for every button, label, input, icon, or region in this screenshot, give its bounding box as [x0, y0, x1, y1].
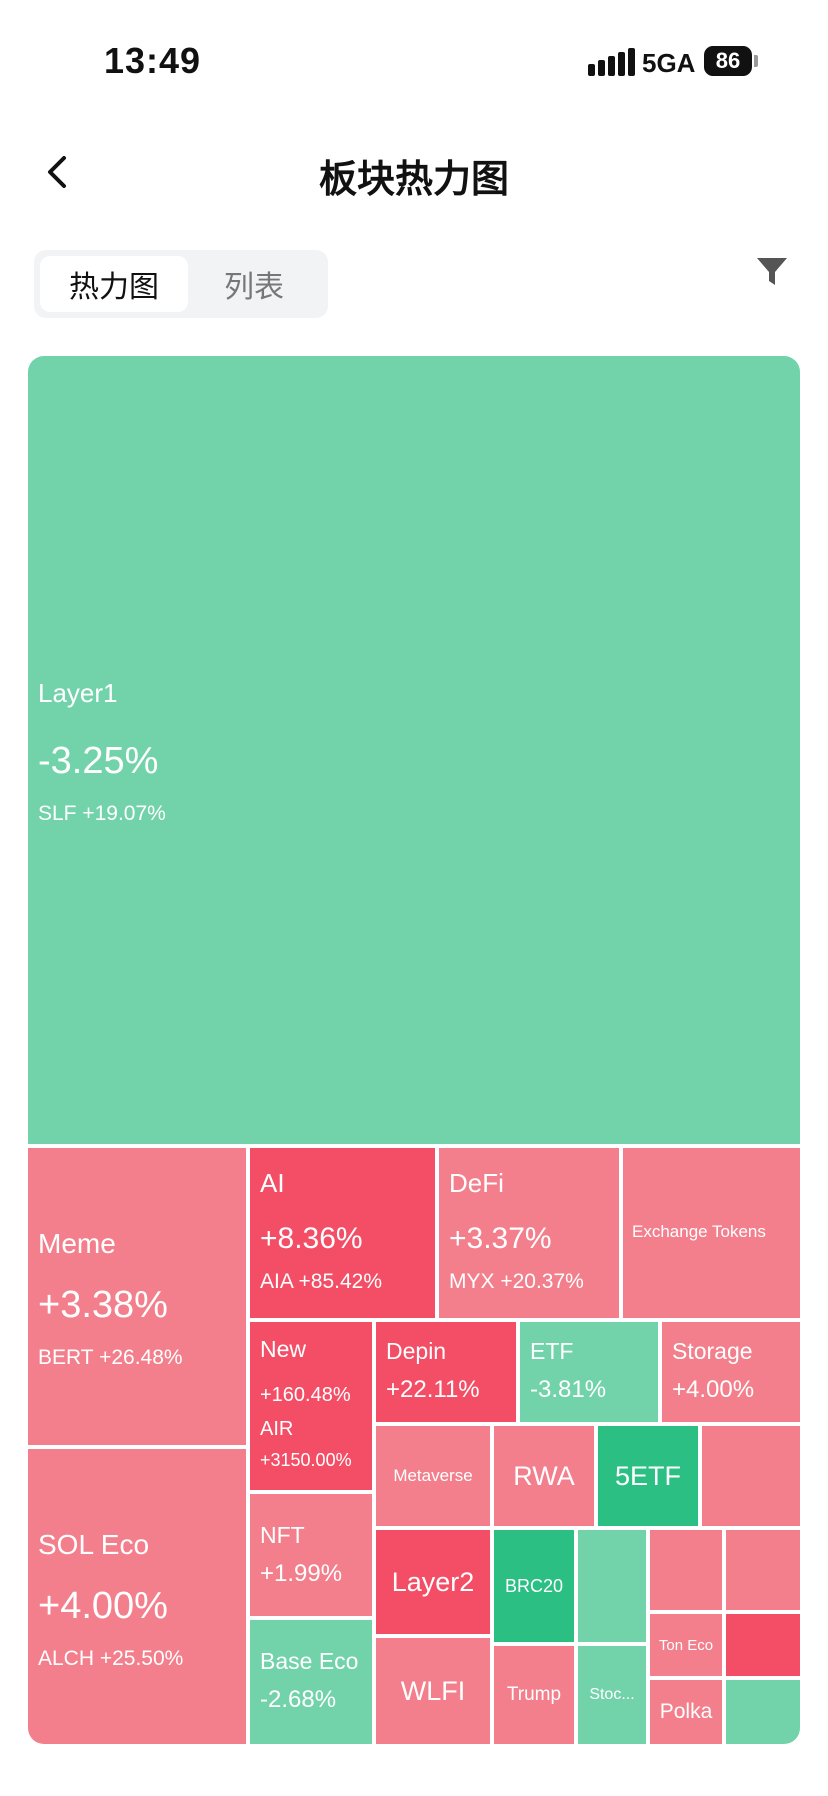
tile-top-coin: BERT +26.48%	[38, 1346, 183, 1369]
tile-name: Storage	[672, 1338, 753, 1364]
tile-change: +1.99%	[260, 1560, 343, 1587]
nav-bar: 板块热力图	[0, 130, 828, 210]
tile-name: NFT	[260, 1522, 305, 1548]
tile-change: +22.11%	[386, 1376, 480, 1403]
tile-change: +4.00%	[672, 1376, 755, 1403]
tile-top-coin: AIR	[260, 1418, 294, 1440]
tile-change: +3.38%	[38, 1284, 168, 1326]
tile-depin[interactable]: Depin +22.11%	[376, 1322, 516, 1422]
view-switcher: 热力图 列表	[34, 250, 328, 318]
tab-heatmap[interactable]: 热力图	[40, 256, 188, 312]
tile-name: WLFI	[400, 1675, 466, 1706]
tile-unlabeled-4[interactable]	[726, 1530, 800, 1610]
tile-name: Layer2	[391, 1566, 475, 1597]
battery-tip	[754, 55, 758, 67]
tile-name: RWA	[513, 1460, 575, 1491]
page-title: 板块热力图	[318, 159, 509, 201]
tile-ton-eco[interactable]: Ton Eco	[650, 1614, 722, 1676]
tile-change: +160.48%	[260, 1384, 351, 1406]
tile-unlabeled-6[interactable]	[726, 1680, 800, 1744]
tile-name: Polka	[659, 1700, 713, 1723]
tile-etf[interactable]: ETF -3.81%	[520, 1322, 658, 1422]
tile-sol-eco[interactable]: SOL Eco +4.00% ALCH +25.50%	[28, 1449, 246, 1744]
tile-name: SOL Eco	[38, 1529, 150, 1560]
tile-layer1[interactable]: Layer1 -3.25% SLF +19.07%	[28, 356, 800, 1144]
tile-unlabeled-2[interactable]	[578, 1530, 646, 1642]
network-type: 5GA	[642, 48, 696, 78]
status-time: 13:49	[104, 40, 202, 81]
tile-brc20[interactable]: BRC20	[494, 1530, 574, 1642]
tile-change: +8.36%	[260, 1222, 363, 1255]
battery-icon: 86	[704, 46, 752, 76]
tile-change: +3.37%	[449, 1222, 552, 1255]
tile-top-coin: MYX +20.37%	[449, 1270, 584, 1293]
tile-base-eco[interactable]: Base Eco -2.68%	[250, 1620, 372, 1744]
tile-top-coin: SLF +19.07%	[38, 802, 166, 825]
tab-list[interactable]: 列表	[180, 256, 328, 312]
tile-name: Layer1	[38, 678, 118, 708]
tile-layer2[interactable]: Layer2	[376, 1530, 490, 1634]
tile-stocks[interactable]: Stoc...	[578, 1646, 646, 1744]
tile-meme[interactable]: Meme +3.38% BERT +26.48%	[28, 1148, 246, 1445]
tile-new[interactable]: New +160.48% AIR +3150.00%	[250, 1322, 372, 1490]
tile-unlabeled-5[interactable]	[726, 1614, 800, 1676]
tile-exchange-tokens[interactable]: Exchange Tokens	[623, 1148, 800, 1318]
tile-unlabeled-3[interactable]	[650, 1530, 722, 1610]
tile-storage[interactable]: Storage +4.00%	[662, 1322, 800, 1422]
tile-change: +4.00%	[38, 1585, 168, 1627]
tile-name: Trump	[506, 1684, 562, 1705]
battery-level: 86	[715, 48, 741, 73]
tile-ai[interactable]: AI +8.36% AIA +85.42%	[250, 1148, 435, 1318]
status-bar: 13:49 5GA 86	[0, 0, 828, 120]
tile-name: New	[260, 1336, 307, 1362]
tile-wlfi[interactable]: WLFI	[376, 1638, 490, 1744]
tile-defi[interactable]: DeFi +3.37% MYX +20.37%	[439, 1148, 619, 1318]
tile-top-coin-change: +3150.00%	[260, 1450, 352, 1470]
tile-change: -3.81%	[530, 1376, 607, 1403]
tile-name: Base Eco	[260, 1648, 359, 1674]
tile-name: DeFi	[449, 1168, 504, 1198]
tile-name: Meme	[38, 1228, 116, 1259]
tile-name: Depin	[386, 1338, 447, 1364]
tile-name: 5ETF	[614, 1460, 681, 1491]
tile-name: Ton Eco	[658, 1636, 714, 1654]
signal-icon	[588, 48, 635, 76]
tile-name: Exchange Tokens	[632, 1222, 766, 1241]
tile-name: AI	[260, 1168, 285, 1198]
tile-top-coin: ALCH +25.50%	[38, 1647, 184, 1670]
tile-top-coin: AIA +85.42%	[260, 1270, 383, 1293]
tile-change: -3.25%	[38, 740, 159, 782]
sector-heatmap: Layer1 -3.25% SLF +19.07% Meme +3.38% BE…	[28, 356, 800, 1744]
tile-rwa[interactable]: RWA	[494, 1426, 594, 1526]
tile-polka[interactable]: Polka	[650, 1680, 722, 1744]
tile-change: -2.68%	[260, 1686, 337, 1713]
tile-unlabeled-1[interactable]	[702, 1426, 800, 1526]
filter-icon[interactable]	[754, 254, 790, 290]
tile-name: BRC20	[504, 1575, 564, 1596]
tile-5etf[interactable]: 5ETF	[598, 1426, 698, 1526]
tile-name: ETF	[530, 1338, 574, 1364]
tile-name: Metaverse	[393, 1466, 473, 1485]
tile-name: Stoc...	[589, 1686, 635, 1703]
tile-metaverse[interactable]: Metaverse	[376, 1426, 490, 1526]
tile-trump[interactable]: Trump	[494, 1646, 574, 1744]
tile-nft[interactable]: NFT +1.99%	[250, 1494, 372, 1616]
